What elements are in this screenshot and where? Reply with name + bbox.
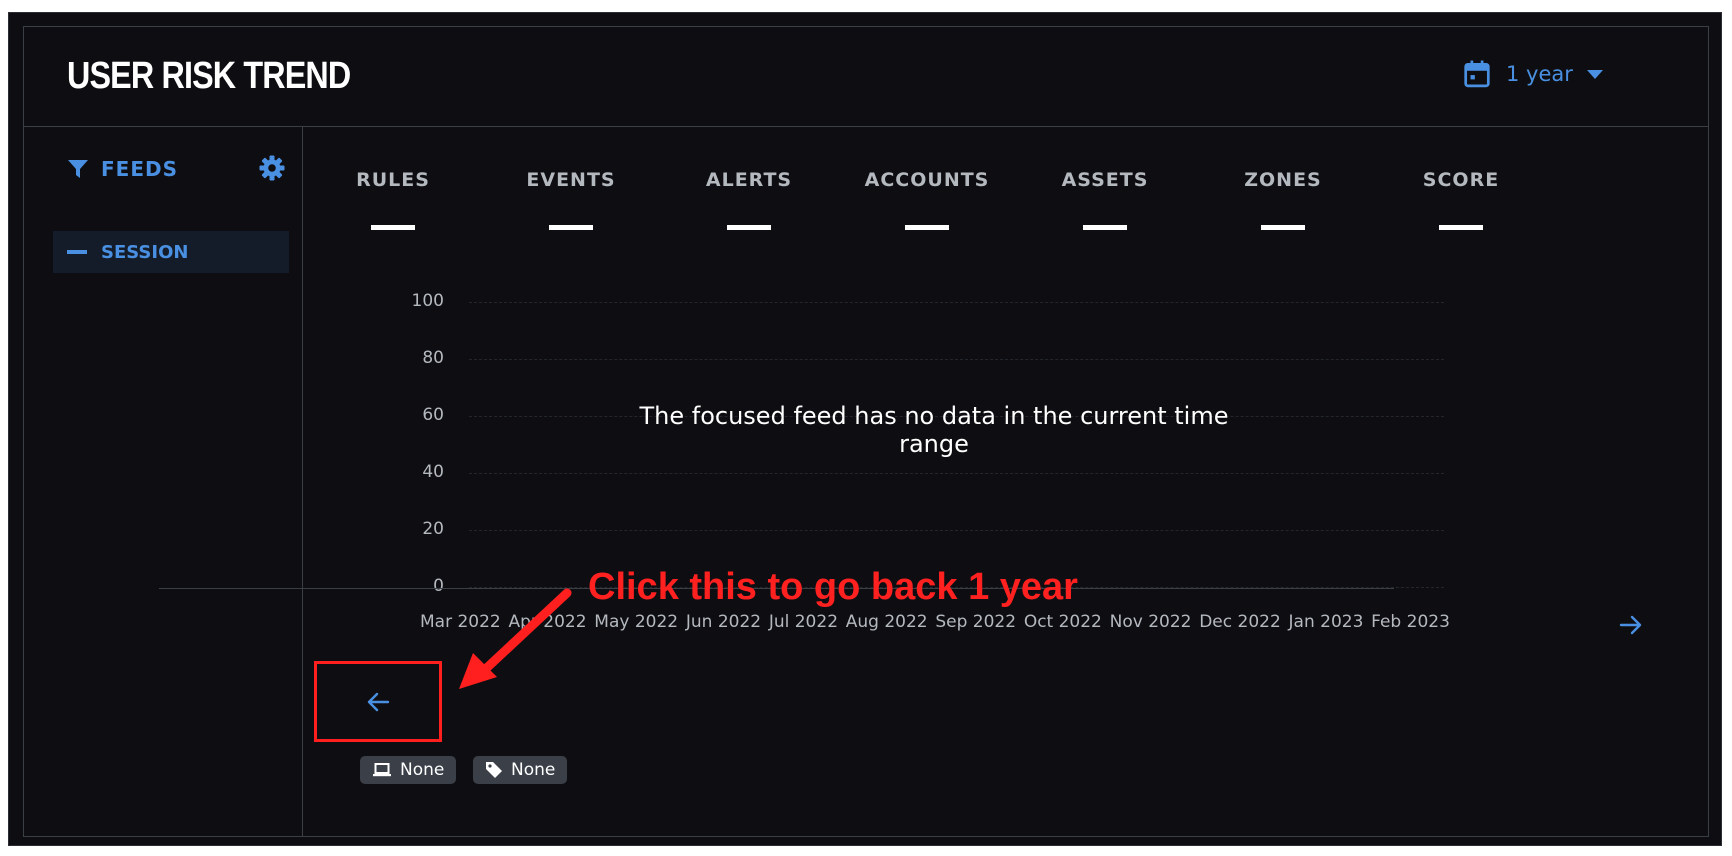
- feeds-heading: FEEDS: [67, 157, 178, 181]
- next-year-button[interactable]: [1611, 607, 1651, 643]
- gridline: [469, 359, 1444, 360]
- stat-empty-value: [1261, 225, 1305, 230]
- x-tick-label: Dec 2022: [1199, 612, 1281, 632]
- gridline: [469, 473, 1444, 474]
- panel-header: USER RISK TREND 1 year: [24, 27, 1708, 127]
- annotation-arrow: [459, 588, 572, 689]
- stat-rules: RULES: [313, 169, 473, 230]
- stat-accounts: ACCOUNTS: [847, 169, 1007, 230]
- page-title: USER RISK TREND: [67, 55, 351, 97]
- panel-inner: USER RISK TREND 1 year FEEDS SESSION RUL…: [23, 26, 1709, 837]
- x-tick-label: Feb 2023: [1371, 612, 1450, 632]
- stat-empty-value: [1439, 225, 1483, 230]
- feeds-sidebar: FEEDS SESSION: [24, 127, 303, 837]
- chip-label: None: [511, 760, 556, 780]
- stat-label: SCORE: [1422, 169, 1500, 191]
- sidebar-item-session[interactable]: SESSION: [53, 231, 289, 273]
- sidebar-item-label: SESSION: [101, 241, 189, 263]
- stat-empty-value: [905, 225, 949, 230]
- stat-assets: ASSETS: [1025, 169, 1185, 230]
- calendar-icon: [1464, 60, 1490, 88]
- tag-filter-chip[interactable]: None: [473, 756, 568, 784]
- x-tick-label: Jun 2022: [685, 612, 762, 632]
- gridline: [469, 530, 1444, 531]
- annotation-highlight-box: [314, 661, 442, 742]
- stat-empty-value: [1083, 225, 1127, 230]
- y-tick-label: 80: [422, 348, 444, 368]
- y-tick-label: 20: [422, 519, 444, 539]
- stat-label: ACCOUNTS: [864, 169, 990, 191]
- no-data-message: The focused feed has no data in the curr…: [639, 402, 1229, 458]
- gridline: [469, 302, 1444, 303]
- stat-label: RULES: [356, 169, 430, 191]
- filter-icon: [68, 160, 88, 178]
- stat-label: ALERTS: [705, 169, 793, 191]
- chip-label: None: [400, 760, 445, 780]
- stat-empty-value: [549, 225, 593, 230]
- x-tick-label: Jul 2022: [768, 612, 839, 632]
- tag-icon: [486, 762, 502, 778]
- gear-icon[interactable]: [259, 155, 285, 181]
- laptop-icon: [373, 763, 391, 777]
- minus-icon: [67, 250, 87, 254]
- stat-score: SCORE: [1381, 169, 1541, 230]
- x-tick-label: Nov 2022: [1109, 612, 1192, 632]
- x-tick-label: Oct 2022: [1023, 612, 1102, 632]
- y-tick-label: 40: [422, 462, 444, 482]
- x-tick-label: May 2022: [594, 612, 679, 632]
- stat-label: ZONES: [1244, 169, 1322, 191]
- stat-events: EVENTS: [491, 169, 651, 230]
- feeds-label: FEEDS: [101, 157, 178, 181]
- stat-empty-value: [727, 225, 771, 230]
- arrow-right-icon: [1619, 615, 1642, 635]
- stat-zones: ZONES: [1203, 169, 1363, 230]
- time-range-label: 1 year: [1506, 62, 1573, 86]
- stat-label: ASSETS: [1061, 169, 1149, 191]
- y-tick-label: 100: [411, 291, 444, 311]
- y-tick-label: 0: [433, 576, 444, 596]
- x-tick-label: Sep 2022: [935, 612, 1017, 632]
- stats-row: RULES EVENTS ALERTS ACCOUNTS ASSETS ZONE…: [304, 127, 1710, 257]
- stat-label: EVENTS: [526, 169, 616, 191]
- user-risk-trend-panel: USER RISK TREND 1 year FEEDS SESSION RUL…: [8, 12, 1722, 846]
- time-range-dropdown[interactable]: 1 year: [1464, 60, 1603, 88]
- annotation-text: Click this to go back 1 year: [588, 566, 1078, 608]
- y-tick-label: 60: [422, 405, 444, 425]
- chevron-down-icon: [1586, 69, 1603, 79]
- stat-empty-value: [371, 225, 415, 230]
- x-tick-label: Aug 2022: [845, 612, 928, 632]
- asset-filter-chip[interactable]: None: [360, 756, 457, 784]
- stat-alerts: ALERTS: [669, 169, 829, 230]
- x-tick-label: Jan 2023: [1288, 612, 1364, 632]
